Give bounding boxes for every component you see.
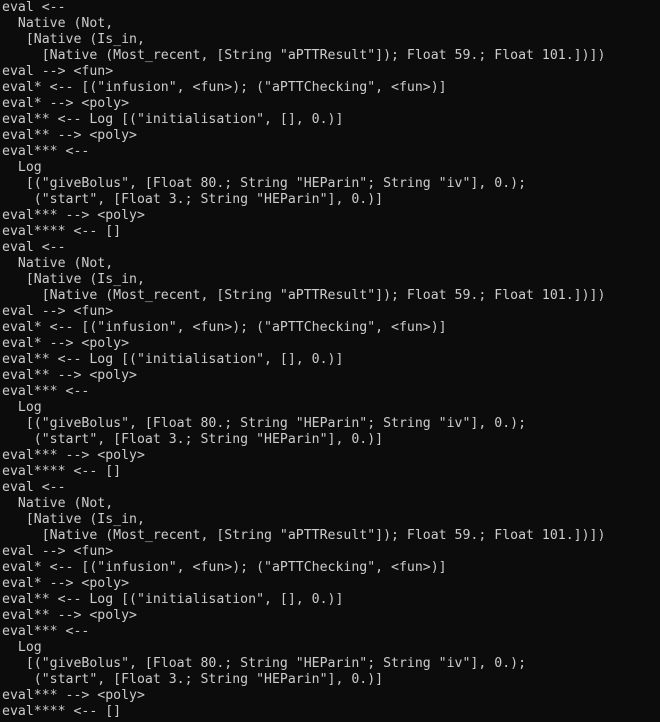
- terminal-line: eval* <-- [("infusion", <fun>); ("aPTTCh…: [2, 320, 447, 335]
- terminal-line: [Native (Most_recent, [String "aPTTResul…: [2, 48, 606, 63]
- terminal-line: eval**** <-- []: [2, 464, 122, 479]
- terminal-line: eval*** --> <poly>: [2, 688, 145, 703]
- terminal-line: ("start", [Float 3.; String "HEParin"], …: [2, 432, 384, 447]
- terminal-line: eval** --> <poly>: [2, 128, 137, 143]
- terminal-line: eval*** --> <poly>: [2, 208, 145, 223]
- terminal-line: ("start", [Float 3.; String "HEParin"], …: [2, 672, 384, 687]
- terminal-line: eval <--: [2, 240, 66, 255]
- terminal-line: eval* <-- [("infusion", <fun>); ("aPTTCh…: [2, 560, 447, 575]
- terminal-line: eval --> <fun>: [2, 544, 114, 559]
- terminal-line: eval* --> <poly>: [2, 96, 130, 111]
- terminal-line: eval**** <-- []: [2, 224, 122, 239]
- terminal-line: eval* --> <poly>: [2, 576, 130, 591]
- terminal-line: Log: [2, 160, 42, 175]
- terminal-line: eval** <-- Log [("initialisation", [], 0…: [2, 112, 344, 127]
- terminal-line: eval* <-- [("infusion", <fun>); ("aPTTCh…: [2, 80, 447, 95]
- terminal-line: [Native (Most_recent, [String "aPTTResul…: [2, 528, 606, 543]
- terminal-line: Log: [2, 400, 42, 415]
- terminal-line: [("giveBolus", [Float 80.; String "HEPar…: [2, 656, 527, 671]
- terminal-line: eval** <-- Log [("initialisation", [], 0…: [2, 352, 344, 367]
- terminal-line: ("start", [Float 3.; String "HEParin"], …: [2, 192, 384, 207]
- terminal-line: eval*** <--: [2, 144, 90, 159]
- terminal-line: eval*** --> <poly>: [2, 448, 145, 463]
- terminal-line: [Native (Is_in,: [2, 272, 145, 287]
- terminal-line: [("giveBolus", [Float 80.; String "HEPar…: [2, 176, 527, 191]
- terminal-line: Native (Not,: [2, 16, 114, 31]
- terminal-line: [("giveBolus", [Float 80.; String "HEPar…: [2, 416, 527, 431]
- terminal-line: eval*** <--: [2, 384, 90, 399]
- terminal-line: eval** --> <poly>: [2, 608, 137, 623]
- terminal-line: Log: [2, 640, 42, 655]
- terminal-line: eval --> <fun>: [2, 304, 114, 319]
- terminal-line: eval*** <--: [2, 624, 90, 639]
- terminal-line: Native (Not,: [2, 256, 114, 271]
- terminal-line: eval <--: [2, 0, 66, 15]
- terminal-line: Native (Not,: [2, 496, 114, 511]
- terminal-line: eval**** <-- []: [2, 704, 122, 719]
- terminal-line: [Native (Is_in,: [2, 512, 145, 527]
- terminal-line: eval* --> <poly>: [2, 336, 130, 351]
- terminal-line: [Native (Is_in,: [2, 32, 145, 47]
- terminal-line: [Native (Most_recent, [String "aPTTResul…: [2, 288, 606, 303]
- terminal-line: eval --> <fun>: [2, 64, 114, 79]
- terminal-line: eval <--: [2, 480, 66, 495]
- terminal-line: eval** --> <poly>: [2, 368, 137, 383]
- terminal-output[interactable]: eval <-- Native (Not, [Native (Is_in, [N…: [0, 0, 660, 722]
- terminal-line: eval** <-- Log [("initialisation", [], 0…: [2, 592, 344, 607]
